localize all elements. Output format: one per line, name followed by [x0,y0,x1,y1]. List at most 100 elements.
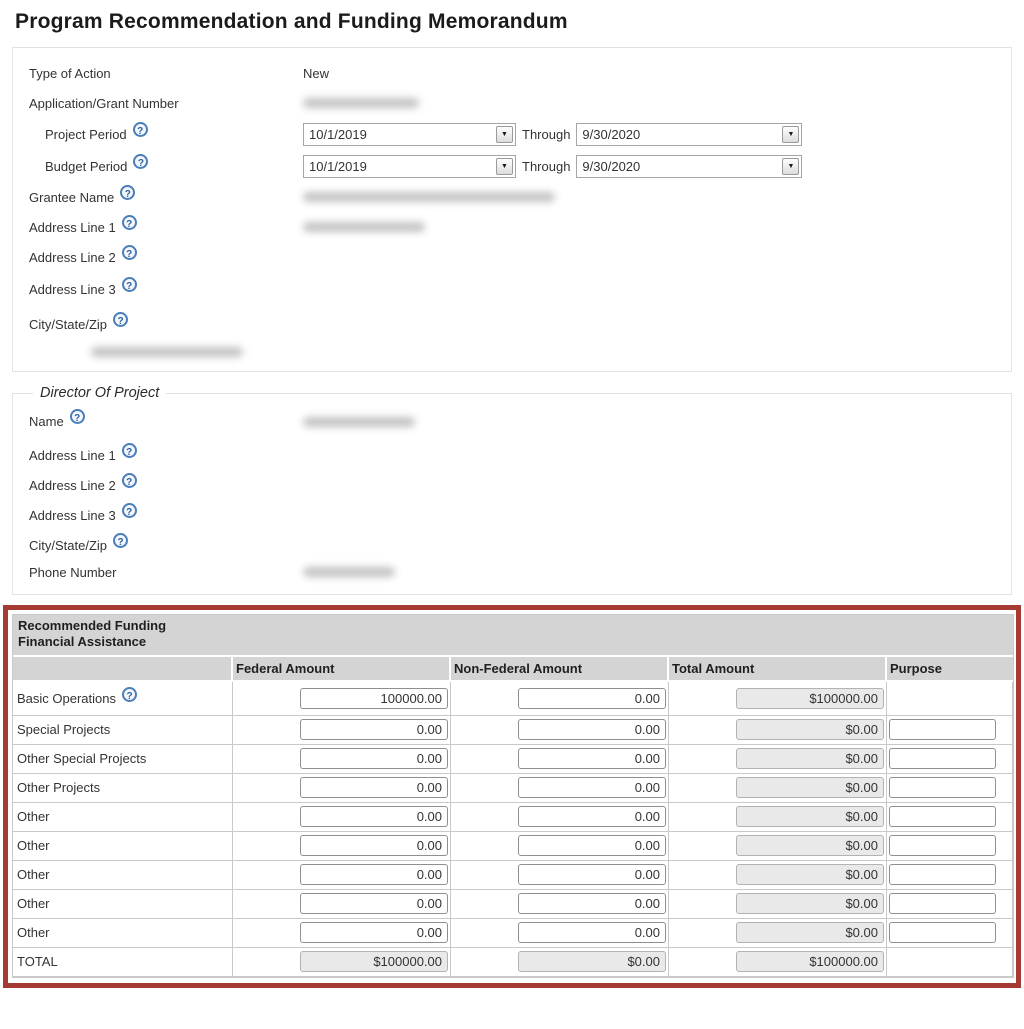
budget-period-row: Budget Period ? ▼ Through ▼ [29,150,1011,182]
purpose-input[interactable] [889,748,996,769]
address-line-2-label: Address Line 2 [29,478,116,493]
federal-amount-input[interactable] [300,688,448,709]
director-name-redacted-value [303,417,415,427]
help-icon[interactable]: ? [122,503,137,518]
help-icon[interactable]: ? [122,215,137,230]
total-amount-readonly-input [736,719,884,740]
grantee-name-row: Grantee Name ? [29,182,1011,212]
non-federal-amount-input[interactable] [518,835,666,856]
funding-row-label: TOTAL [17,954,58,969]
purpose-input[interactable] [889,893,996,914]
help-icon[interactable]: ? [133,154,148,169]
type-of-action-row: Type of Action New [29,58,1011,88]
federal-amount-input[interactable] [300,864,448,885]
calendar-dropdown-icon[interactable]: ▼ [782,126,799,143]
federal-amount-column-header: Federal Amount [233,657,451,682]
funding-table-row: Other Special Projects [13,745,1013,774]
purpose-input[interactable] [889,864,996,885]
funding-title-line2: Financial Assistance [18,634,1013,650]
federal-amount-input[interactable] [300,719,448,740]
purpose-input[interactable] [889,835,996,856]
director-address3-row: Address Line 3 ? [29,500,1011,530]
total-amount-readonly-input [736,835,884,856]
total-amount-column-header: Total Amount [669,657,887,682]
director-address2-row: Address Line 2 ? [29,470,1011,500]
type-of-action-label: Type of Action [29,66,111,81]
funding-table-row: Special Projects [13,716,1013,745]
calendar-dropdown-icon[interactable]: ▼ [496,158,513,175]
recommended-funding-highlight-box: Recommended Funding Financial Assistance… [3,605,1021,988]
app-grant-number-label: Application/Grant Number [29,96,179,111]
purpose-input[interactable] [889,922,996,943]
help-icon[interactable]: ? [120,185,135,200]
project-period-start-input[interactable] [304,124,494,145]
purpose-input[interactable] [889,777,996,798]
total-amount-readonly-input [736,922,884,943]
address-line-3-label: Address Line 3 [29,508,116,523]
total-amount-readonly-input [736,748,884,769]
budget-period-start-field: ▼ [303,155,516,178]
help-icon[interactable]: ? [122,277,137,292]
help-icon[interactable]: ? [133,122,148,137]
funding-table-row: Other [13,803,1013,832]
project-period-end-input[interactable] [577,124,780,145]
calendar-dropdown-icon[interactable]: ▼ [496,126,513,143]
non-federal-amount-input[interactable] [518,922,666,943]
address-line-3-label: Address Line 3 [29,282,116,297]
funding-table-row: Other [13,832,1013,861]
non-federal-amount-input[interactable] [518,806,666,827]
total-amount-readonly-input [736,806,884,827]
grantee-name-redacted-value [303,192,555,202]
help-icon[interactable]: ? [122,443,137,458]
type-of-action-value: New [303,66,329,81]
general-info-panel: Type of Action New Application/Grant Num… [12,47,1012,372]
help-icon[interactable]: ? [122,473,137,488]
address1-redacted-value [303,222,425,232]
purpose-input[interactable] [889,719,996,740]
grantee-address2-row: Address Line 2 ? [29,242,1011,272]
app-grant-number-row: Application/Grant Number [29,88,1011,118]
federal-amount-input[interactable] [300,893,448,914]
federal-amount-input[interactable] [300,806,448,827]
budget-period-start-input[interactable] [304,156,494,177]
app-grant-number-redacted-value [303,98,419,108]
director-phone-row: Phone Number [29,560,1011,584]
grantee-citystatezip-value-row [29,341,1011,363]
help-icon[interactable]: ? [113,533,128,548]
non-federal-amount-input[interactable] [518,719,666,740]
non-federal-amount-input[interactable] [518,893,666,914]
help-icon[interactable]: ? [122,687,137,702]
federal-amount-input[interactable] [300,922,448,943]
purpose-input[interactable] [889,806,996,827]
total-amount-readonly-input [736,893,884,914]
budget-period-label: Budget Period [45,159,127,174]
non-federal-amount-input[interactable] [518,688,666,709]
budget-period-end-input[interactable] [577,156,780,177]
funding-title-line1: Recommended Funding [18,618,1013,634]
federal-amount-input[interactable] [300,835,448,856]
city-state-zip-label: City/State/Zip [29,538,107,553]
non-federal-amount-input[interactable] [518,864,666,885]
non-federal-amount-input[interactable] [518,777,666,798]
funding-row-label: Other [17,867,50,882]
federal-amount-input[interactable] [300,748,448,769]
help-icon[interactable]: ? [70,409,85,424]
federal-amount-input[interactable] [300,777,448,798]
total-amount-readonly-input [736,777,884,798]
address-line-1-label: Address Line 1 [29,448,116,463]
funding-row-label: Other [17,838,50,853]
city-state-zip-redacted-value [91,347,243,357]
total-amount-readonly-input [736,688,884,709]
funding-row-label: Basic Operations [17,691,116,706]
project-period-label: Project Period [45,127,127,142]
calendar-dropdown-icon[interactable]: ▼ [782,158,799,175]
project-period-start-field: ▼ [303,123,516,146]
grantee-citystatezip-row: City/State/Zip ? [29,307,1011,341]
through-label: Through [522,159,570,174]
funding-table-body: Recommended Funding Financial Assistance… [13,615,1013,977]
non-federal-amount-input[interactable] [518,748,666,769]
address-line-1-label: Address Line 1 [29,220,116,235]
help-icon[interactable]: ? [113,312,128,327]
help-icon[interactable]: ? [122,245,137,260]
funding-row-label: Other Projects [17,780,100,795]
